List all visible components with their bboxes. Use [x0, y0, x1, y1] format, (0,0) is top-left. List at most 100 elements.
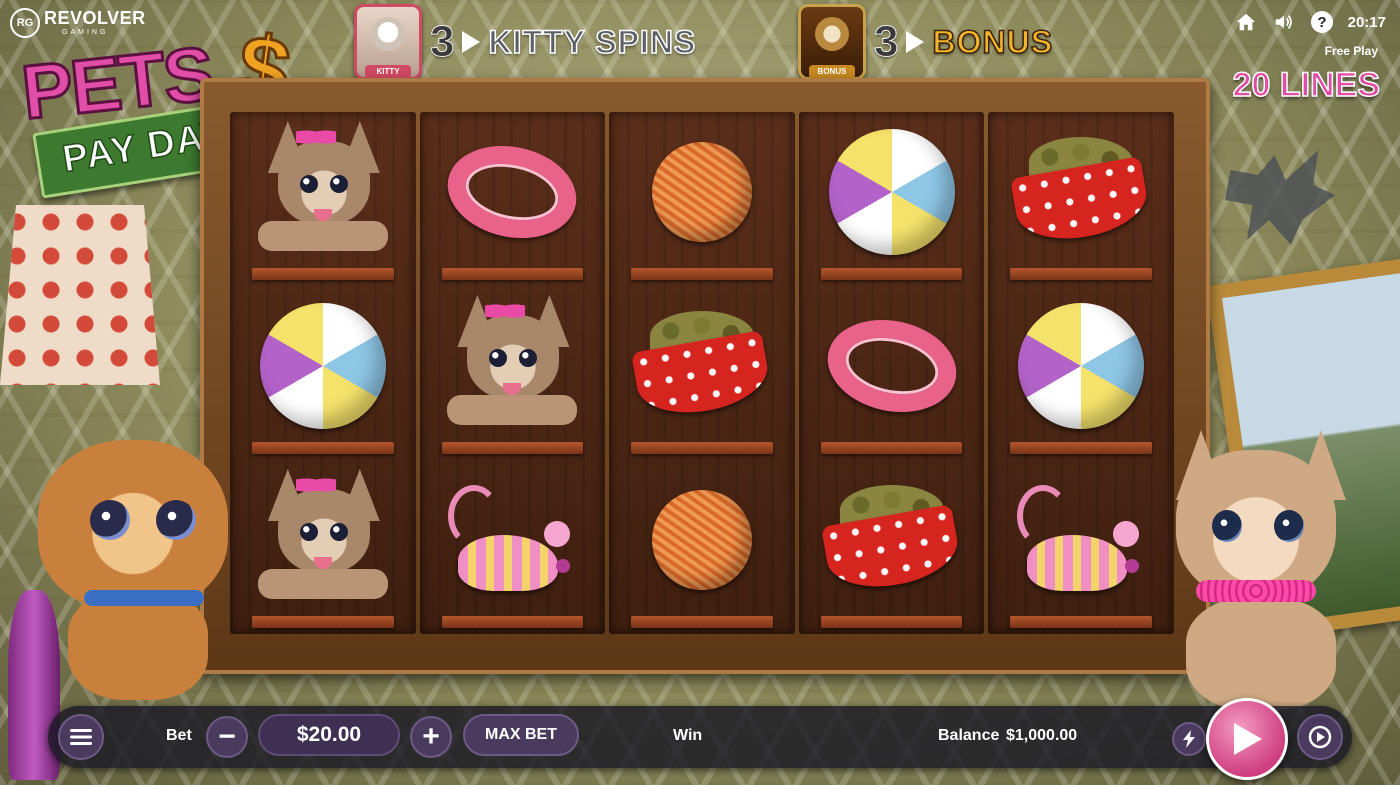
win-label: Win: [673, 727, 703, 744]
hamburger-icon: [70, 729, 92, 745]
reel-cell: [230, 286, 416, 460]
help-icon[interactable]: ?: [1310, 10, 1334, 34]
puppy-symbol-icon: [437, 291, 587, 441]
beach-ball-symbol-icon: [259, 303, 386, 429]
puppy-body: [1186, 598, 1336, 710]
reel-1: [230, 112, 416, 634]
bonus-count: 3: [873, 17, 899, 67]
bone-icon: [815, 17, 849, 51]
revolver-gaming-logo: RG REVOLVER GAMING: [10, 8, 146, 38]
shelf: [820, 442, 963, 454]
puppy-symbol-icon: [248, 117, 398, 267]
bet-label: Bet: [166, 727, 192, 744]
decrease-bet-button[interactable]: −: [206, 716, 248, 758]
lines-indicator: 20 LINES: [1232, 65, 1381, 105]
beach-ball-symbol-icon: [828, 129, 955, 255]
shelf: [631, 442, 773, 454]
increase-bet-button[interactable]: +: [410, 716, 452, 758]
free-play-label: Free Play: [1324, 44, 1378, 58]
reel-cell: [420, 112, 606, 286]
clock: 20:17: [1347, 13, 1386, 31]
reel-3: [609, 112, 795, 634]
shelf: [1010, 442, 1152, 454]
shelf: [820, 616, 963, 628]
autoplay-icon: [1308, 725, 1332, 749]
reels-grid: [230, 112, 1174, 634]
turbo-button[interactable]: [1172, 722, 1206, 756]
rg-mark-icon: RG: [10, 8, 40, 38]
bonus-badge-icon: BONUS: [798, 4, 866, 80]
reel-cell: [609, 286, 795, 460]
shelf: [631, 268, 773, 280]
svg-text:?: ?: [1317, 14, 1326, 31]
reel-cell: [799, 112, 985, 286]
brand-name: REVOLVER: [44, 8, 146, 28]
arrow-right-icon: [462, 31, 481, 53]
kitty-badge-icon: KITTY: [354, 4, 422, 80]
reel-cell: [420, 460, 606, 634]
yarn-ball-symbol-icon: [651, 490, 752, 590]
kitty-count: 3: [429, 17, 455, 67]
yarn-ball-symbol-icon: [651, 142, 752, 242]
reel-2: [419, 112, 606, 634]
polka-dot-lamp: [0, 205, 160, 385]
home-icon[interactable]: [1234, 10, 1258, 34]
bonus-feature: BONUS 3 BONUS: [798, 4, 1053, 80]
bonus-label: BONUS: [932, 23, 1054, 61]
arrow-right-icon: [906, 31, 925, 53]
blue-collar: [84, 590, 204, 606]
shelf: [631, 616, 773, 628]
reel-cell: [609, 112, 795, 286]
shelf: [1010, 616, 1152, 628]
food-bowl-symbol-icon: [820, 485, 963, 596]
max-bet-button[interactable]: MAX BET: [463, 714, 579, 756]
kitty-spins-feature: KITTY 3 KITTY SPINS: [354, 4, 696, 80]
reel-cell: [230, 112, 416, 286]
shelf: [820, 268, 963, 280]
puppy-eye: [1212, 510, 1242, 542]
reel-cell: [230, 460, 416, 634]
beach-ball-symbol-icon: [1018, 303, 1145, 429]
toy-mouse-symbol-icon: [1017, 485, 1141, 595]
kitten-character: [28, 430, 238, 700]
reel-cell: [420, 286, 606, 460]
shelf: [252, 616, 394, 628]
kitten-eye: [156, 500, 196, 540]
reel-cell: [609, 460, 795, 634]
top-right-controls: ? 20:17: [1234, 10, 1386, 34]
pink-necklace: [1196, 580, 1316, 602]
reel-4: [798, 112, 985, 634]
shelf: [252, 442, 394, 454]
menu-button[interactable]: [58, 714, 104, 760]
shelf: [1010, 268, 1152, 280]
brand-sub: GAMING: [62, 29, 109, 36]
shelf: [441, 616, 584, 628]
sound-icon[interactable]: [1272, 10, 1296, 34]
kitty-spins-label: KITTY SPINS: [488, 23, 697, 61]
reel-cell: [799, 286, 985, 460]
spin-button[interactable]: [1206, 698, 1288, 780]
shelf: [252, 268, 394, 280]
kitten-head: [38, 440, 228, 610]
balance-amount: $1,000.00: [1006, 727, 1078, 744]
puppy-symbol-icon: [248, 465, 398, 615]
food-bowl-symbol-icon: [630, 311, 774, 422]
lightning-icon: [1183, 730, 1195, 748]
kitten-eye: [90, 500, 130, 540]
collar-symbol-icon: [818, 308, 965, 424]
autoplay-button[interactable]: [1297, 714, 1343, 760]
balance-label: Balance: [938, 727, 1000, 744]
puppy-head: [1176, 450, 1336, 600]
play-icon: [1234, 723, 1262, 755]
kitty-face-icon: [371, 17, 405, 51]
shelf: [441, 268, 584, 280]
toy-mouse-symbol-icon: [448, 485, 572, 595]
food-bowl-symbol-icon: [1010, 137, 1153, 248]
reel-cell: [988, 112, 1174, 286]
puppy-eye: [1274, 510, 1304, 542]
puppy-character: [1146, 430, 1366, 710]
bet-amount: $20.00: [258, 714, 400, 756]
bonus-badge-label: BONUS: [809, 65, 855, 79]
shelf: [441, 442, 584, 454]
collar-symbol-icon: [439, 134, 586, 250]
